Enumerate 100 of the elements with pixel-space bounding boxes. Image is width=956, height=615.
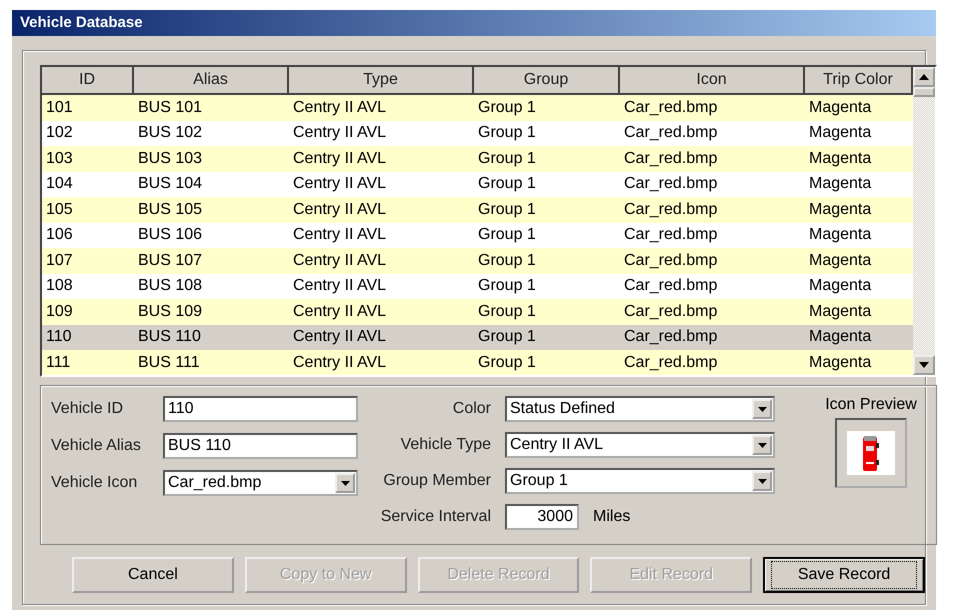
table-cell-text: Group 1 bbox=[477, 328, 537, 346]
table-cell-text: Magenta bbox=[808, 175, 872, 194]
field-label: Vehicle Alias bbox=[51, 437, 142, 455]
column-header[interactable]: ID bbox=[42, 67, 134, 95]
table-cell-text: Car_red.bmp bbox=[623, 302, 718, 321]
table-cell-text: 105 bbox=[45, 200, 74, 219]
table-row[interactable]: 110 BUS 110 Centry II AVL Group 1 Car_red.bmp Magenta bbox=[42, 324, 913, 350]
table-cell-text: BUS 109 bbox=[137, 302, 204, 321]
table-row[interactable]: 105 BUS 105 Centry II AVL Group 1 Car_red.bmp Magenta bbox=[42, 197, 913, 222]
scroll-down-button[interactable] bbox=[913, 355, 935, 375]
table-cell-text: Magenta bbox=[808, 98, 872, 117]
dropdown-field[interactable]: Status Defined bbox=[505, 396, 775, 422]
field-label: Vehicle ID bbox=[51, 400, 124, 418]
table-cell-text: BUS 108 bbox=[137, 277, 204, 296]
vehicle-icon bbox=[847, 431, 895, 475]
dropdown-field[interactable]: Car_red.bmp bbox=[163, 470, 358, 496]
table-cell-text: Car_red.bmp bbox=[623, 200, 718, 219]
column-header[interactable]: Icon bbox=[620, 67, 805, 95]
table-row[interactable]: 103 BUS 103 Centry II AVL Group 1 Car_red.bmp Magenta bbox=[42, 146, 913, 172]
table-row[interactable]: 107 BUS 107 Centry II AVL Group 1 Car_red.bmp Magenta bbox=[42, 248, 913, 274]
scroll-thumb[interactable] bbox=[913, 87, 935, 97]
table-cell-text: BUS 107 bbox=[137, 252, 204, 270]
table-cell-text: Centry II AVL bbox=[292, 252, 388, 270]
table-cell-text: Car_red.bmp bbox=[623, 175, 718, 194]
table-cell-text: Magenta bbox=[808, 200, 872, 219]
table-cell-text: 110 bbox=[45, 328, 73, 346]
scrollbar[interactable] bbox=[913, 67, 935, 375]
column-header[interactable]: Type bbox=[289, 67, 474, 95]
table-cell-text: Car_red.bmp bbox=[623, 150, 718, 168]
table-cell-text: 111 bbox=[45, 354, 72, 372]
table-cell-text: Group 1 bbox=[477, 124, 537, 142]
column-header[interactable]: Alias bbox=[134, 67, 289, 95]
table-cell-text: Group 1 bbox=[477, 175, 537, 194]
column-header[interactable]: Group bbox=[474, 67, 620, 95]
caret-icon bbox=[758, 442, 766, 448]
table-cell-text: Centry II AVL bbox=[292, 302, 388, 321]
table-cell-text: Group 1 bbox=[477, 354, 537, 372]
field-label: Vehicle Icon bbox=[51, 474, 138, 492]
field-label: Group Member bbox=[382, 472, 491, 490]
dropdown-field[interactable]: Group 1 bbox=[505, 468, 775, 494]
table-cell-text: 101 bbox=[45, 98, 74, 117]
table-cell-text: Group 1 bbox=[477, 200, 537, 219]
dropdown-button[interactable] bbox=[752, 435, 772, 455]
table-cell-text: 108 bbox=[45, 277, 74, 296]
table-cell-text: Magenta bbox=[808, 150, 872, 168]
table-cell-text: 106 bbox=[45, 226, 74, 244]
table-cell-text: BUS 111 bbox=[137, 354, 201, 372]
table-row[interactable]: 111 BUS 111 Centry II AVL Group 1 Car_red.bmp Magenta bbox=[42, 350, 913, 375]
table-cell-text: BUS 105 bbox=[137, 200, 204, 219]
table-cell-text: Car_red.bmp bbox=[623, 124, 718, 142]
text-field[interactable]: 110 bbox=[163, 396, 358, 422]
up-arrow-icon bbox=[919, 74, 929, 80]
dropdown-button[interactable] bbox=[752, 471, 772, 491]
table-cell-text: Centry II AVL bbox=[292, 175, 388, 194]
table-cell-text: Magenta bbox=[808, 277, 872, 296]
table-cell-text: Centry II AVL bbox=[292, 328, 388, 346]
dropdown-field[interactable]: Centry II AVL bbox=[505, 432, 775, 458]
number-field[interactable]: 3000 bbox=[505, 504, 579, 530]
scroll-up-button[interactable] bbox=[913, 67, 935, 87]
table-cell-text: Magenta bbox=[808, 302, 872, 321]
table-cell-text: 104 bbox=[45, 175, 74, 194]
table-cell-text: Centry II AVL bbox=[292, 354, 388, 372]
table-cell-text: Group 1 bbox=[477, 98, 537, 117]
table-row[interactable]: 109 BUS 109 Centry II AVL Group 1 Car_red.bmp Magenta bbox=[42, 299, 913, 324]
table-cell-text: BUS 102 bbox=[137, 124, 204, 142]
field-label: Color bbox=[452, 400, 491, 418]
table-cell-text: Car_red.bmp bbox=[623, 226, 718, 244]
window-title: Vehicle Database bbox=[12, 10, 936, 36]
table-cell-text: Centry II AVL bbox=[292, 226, 388, 244]
dropdown-button[interactable] bbox=[752, 399, 772, 419]
dialog-button[interactable]: Save Record bbox=[763, 557, 925, 593]
table-cell-text: Centry II AVL bbox=[292, 277, 388, 296]
table-cell-text: BUS 106 bbox=[137, 226, 204, 244]
table-cell-text: Group 1 bbox=[477, 302, 537, 321]
table-cell-text: Car_red.bmp bbox=[623, 252, 718, 270]
table-row[interactable]: 101 BUS 101 Centry II AVL Group 1 Car_red.bmp Magenta bbox=[42, 95, 913, 120]
dialog-button[interactable]: Cancel bbox=[72, 557, 234, 593]
dropdown-button[interactable] bbox=[335, 473, 355, 493]
table-cell-text: Magenta bbox=[808, 226, 872, 244]
table-cell-text: Centry II AVL bbox=[292, 200, 388, 219]
unit-label: Miles bbox=[593, 508, 630, 526]
field-label: Vehicle Type bbox=[400, 436, 491, 454]
table-cell-text: Group 1 bbox=[477, 277, 537, 296]
table-cell-text: BUS 110 bbox=[137, 328, 202, 346]
caret-icon bbox=[758, 406, 766, 412]
table-cell-text: Magenta bbox=[808, 328, 872, 346]
caret-icon bbox=[340, 480, 350, 486]
preview-label: Icon Preview bbox=[825, 396, 917, 414]
table-cell-text: 109 bbox=[45, 302, 74, 321]
table-cell-text: BUS 101 bbox=[137, 98, 204, 117]
text-field[interactable]: BUS 110 bbox=[163, 433, 358, 459]
table-cell-text: Magenta bbox=[808, 124, 872, 142]
table-cell-text: 102 bbox=[45, 124, 74, 142]
table-cell-text: Group 1 bbox=[477, 252, 537, 270]
table-cell-text: Magenta bbox=[808, 252, 872, 270]
table-cell-text: BUS 104 bbox=[137, 175, 204, 194]
column-header[interactable]: Trip Color bbox=[805, 67, 913, 95]
table-cell-text: Centry II AVL bbox=[292, 124, 388, 142]
caret-icon bbox=[758, 478, 766, 484]
table-cell-text: Car_red.bmp bbox=[623, 354, 718, 372]
